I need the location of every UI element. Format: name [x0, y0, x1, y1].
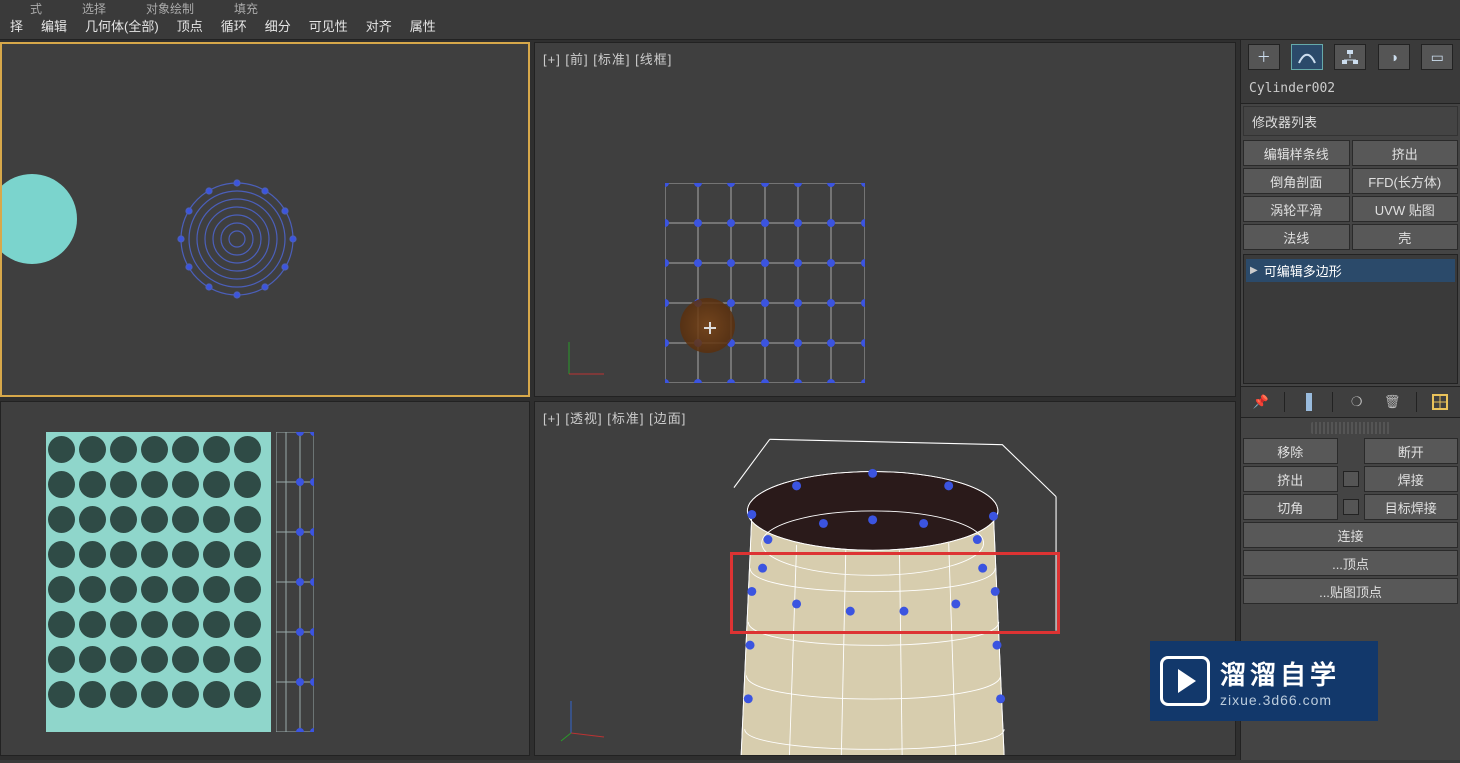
viewport-grid: [+] [前] [标准] [线框] [0, 40, 1240, 760]
make-unique-icon[interactable]: ❍ [1345, 390, 1369, 414]
watermark-url: zixue.3d66.com [1220, 692, 1340, 708]
remove-modifier-icon[interactable]: 🗑 [1380, 390, 1404, 414]
menu-select[interactable]: 择 [2, 13, 31, 38]
modifier-list-dropdown[interactable]: 修改器列表 [1243, 106, 1458, 136]
pattern-main [46, 432, 271, 732]
btn-target-weld[interactable]: 目标焊接 [1364, 494, 1459, 520]
btn-edit-spline[interactable]: 编辑样条线 [1243, 140, 1350, 166]
menu-loop[interactable]: 循环 [213, 13, 255, 38]
object-name-text: Cylinder002 [1249, 81, 1335, 96]
settings-square-icon[interactable] [1343, 471, 1359, 487]
viewport-perspective-label: [+] [透视] [标准] [边面] [543, 408, 686, 427]
brush-cursor-circle [680, 298, 735, 353]
axis-gizmo-icon [559, 693, 609, 743]
btn-normal[interactable]: 法线 [1243, 224, 1350, 250]
btn-remove-iso-verts[interactable]: ...顶点 [1243, 550, 1458, 576]
strip1-d: 填充 [234, 0, 258, 12]
strip1-b: 选择 [82, 0, 106, 12]
stack-item-editable-poly[interactable]: ▶ 可编辑多边形 [1246, 259, 1455, 282]
menu-subdivide[interactable]: 细分 [257, 13, 299, 38]
tab-motion-icon[interactable]: ◑ [1378, 44, 1410, 70]
btn-bevel-profile[interactable]: 倒角剖面 [1243, 168, 1350, 194]
menu-geometry-all[interactable]: 几何体(全部) [77, 13, 167, 38]
menu-visibility[interactable]: 可见性 [301, 13, 356, 38]
modifier-stack[interactable]: ▶ 可编辑多边形 [1243, 254, 1458, 384]
watermark-title: 溜溜自学 [1220, 655, 1340, 692]
modifier-quick-buttons: 编辑样条线 挤出 倒角剖面 FFD(长方体) 涡轮平滑 UVW 贴图 法线 壳 [1241, 138, 1460, 252]
btn-weld[interactable]: 焊接 [1364, 466, 1459, 492]
menu-edit[interactable]: 编辑 [33, 13, 75, 38]
btn-ffd-box[interactable]: FFD(长方体) [1352, 168, 1459, 194]
btn-uvw-map[interactable]: UVW 贴图 [1352, 196, 1459, 222]
separator [1284, 392, 1285, 412]
btn-shell[interactable]: 壳 [1352, 224, 1459, 250]
play-icon [1160, 656, 1210, 706]
rollup-grip[interactable] [1311, 422, 1390, 434]
watermark-badge: 溜溜自学 zixue.3d66.com [1150, 641, 1378, 721]
btn-remove[interactable]: 移除 [1243, 438, 1338, 464]
front-wire-grid [665, 183, 865, 383]
modifier-list-label: 修改器列表 [1252, 112, 1317, 131]
btn-break[interactable]: 断开 [1364, 438, 1459, 464]
tab-display-icon[interactable]: ▭ [1421, 44, 1453, 70]
pattern-object [46, 432, 316, 732]
viewport-top[interactable] [0, 42, 530, 397]
settings-square-icon[interactable] [1343, 499, 1359, 515]
viewport-left[interactable] [0, 401, 530, 756]
viewport-front-label: [+] [前] [标准] [线框] [543, 49, 672, 68]
stack-toolbar: 📌 ❍ 🗑 [1241, 386, 1460, 418]
tab-create-icon[interactable]: ＋ [1248, 44, 1280, 70]
btn-connect[interactable]: 连接 [1243, 522, 1458, 548]
configure-sets-icon[interactable] [1428, 390, 1452, 414]
btn-turbosmooth[interactable]: 涡轮平滑 [1243, 196, 1350, 222]
pin-icon[interactable]: 📌 [1249, 390, 1273, 414]
top-strip-partial: 式 选择 对象绘制 填充 [0, 0, 1460, 12]
menu-align[interactable]: 对齐 [358, 13, 400, 38]
axis-gizmo-icon [559, 334, 609, 384]
expand-tri-icon[interactable]: ▶ [1250, 265, 1258, 276]
menu-vertex[interactable]: 顶点 [169, 13, 211, 38]
menu-bar: 择 编辑 几何体(全部) 顶点 循环 细分 可见性 对齐 属性 [0, 12, 1460, 40]
viewport-perspective[interactable]: [+] [透视] [标准] [边面] [534, 401, 1236, 756]
side-wire [276, 432, 314, 732]
btn-chamfer[interactable]: 切角 [1243, 494, 1338, 520]
command-panel-tabs: ＋ ◑ ▭ [1241, 40, 1460, 74]
cylinder-object [725, 430, 1065, 756]
object-circle-wire [177, 179, 297, 299]
strip1-a: 式 [30, 0, 42, 12]
object-cylinder-top-cap [0, 174, 77, 264]
tab-hierarchy-icon[interactable] [1334, 44, 1366, 70]
separator [1332, 392, 1333, 412]
stack-item-label: 可编辑多边形 [1264, 261, 1342, 280]
btn-remove-unused-map-verts[interactable]: ...贴图顶点 [1243, 578, 1458, 604]
edit-vertices-rollup: 移除 断开 挤出 焊接 切角 目标焊接 连接 ...顶点 ...贴图顶点 [1241, 434, 1460, 608]
separator [1416, 392, 1417, 412]
btn-extrude2[interactable]: 挤出 [1243, 466, 1338, 492]
menu-properties[interactable]: 属性 [402, 13, 444, 38]
btn-extrude[interactable]: 挤出 [1352, 140, 1459, 166]
show-end-result-icon[interactable] [1297, 390, 1321, 414]
object-name-field[interactable]: Cylinder002 [1241, 74, 1460, 104]
strip1-c: 对象绘制 [146, 0, 194, 12]
viewport-front[interactable]: [+] [前] [标准] [线框] [534, 42, 1236, 397]
tab-modify-icon[interactable] [1291, 44, 1323, 70]
